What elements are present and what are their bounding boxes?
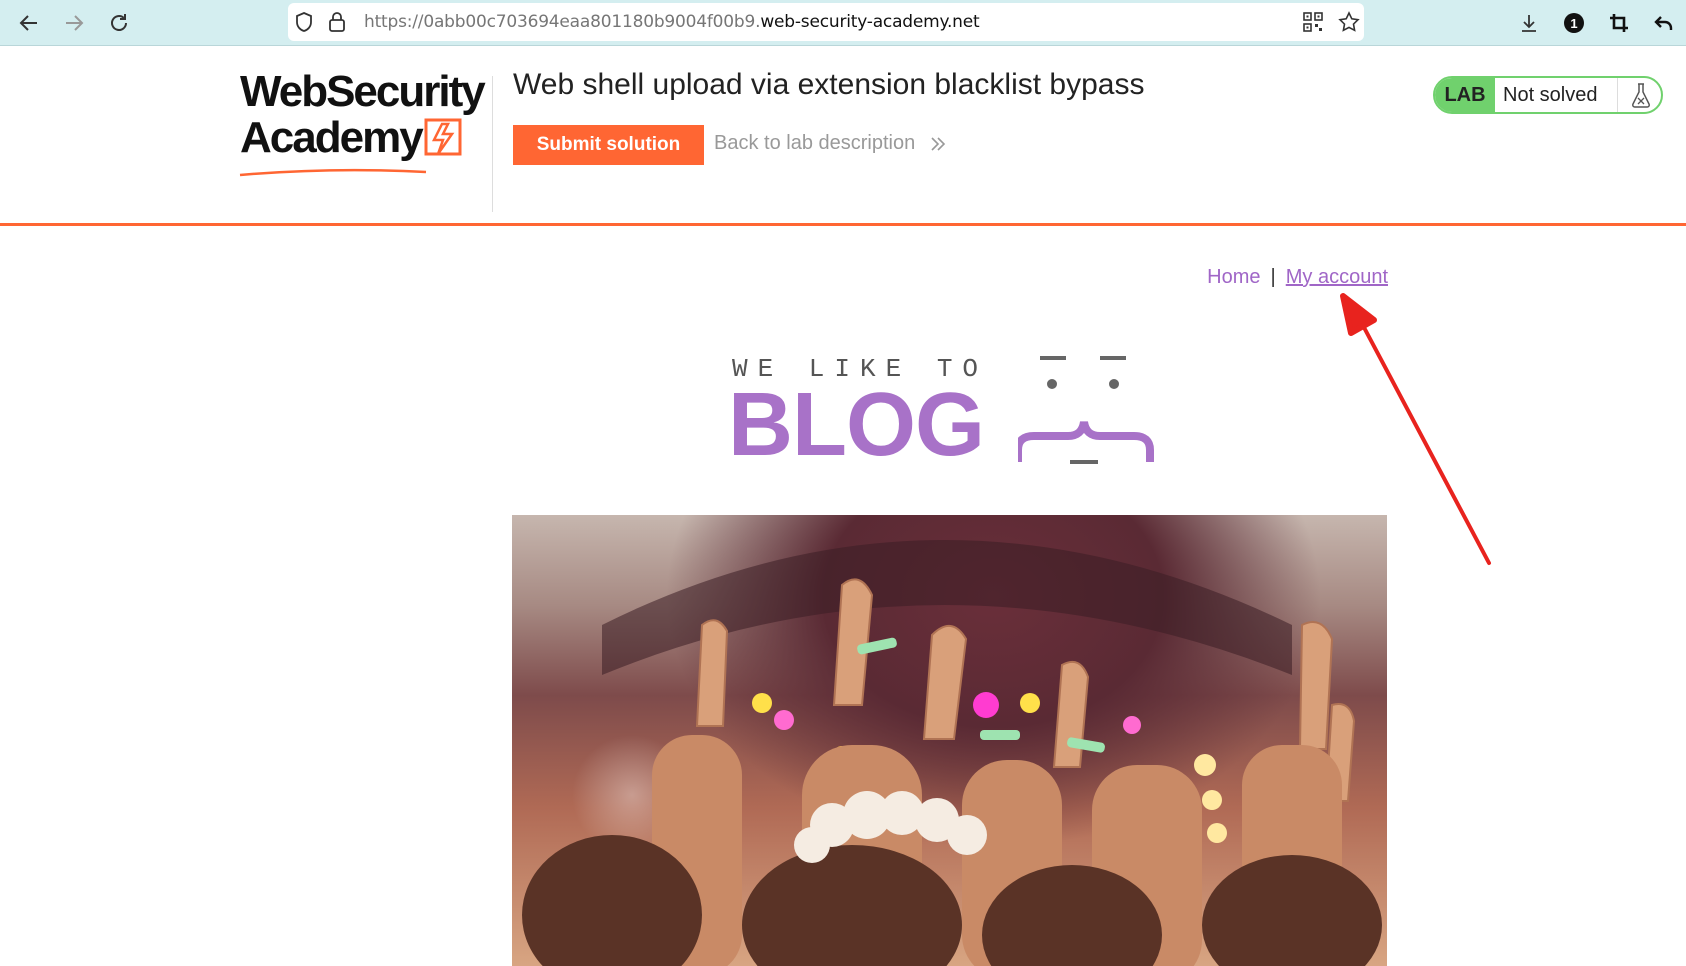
blog-hero-image [512,515,1387,966]
banner-title: BLOG [728,375,985,475]
web-security-academy-logo[interactable]: WebSecurity Academy [238,70,486,210]
concert-crowd-image [522,540,1382,966]
logo-line1: WebSecurity [240,67,486,116]
lab-badge: LAB [1435,78,1495,112]
undo-icon[interactable] [1649,8,1679,38]
back-arrow-icon[interactable] [14,8,44,38]
back-link-label: Back to lab description [714,132,916,154]
svg-text:1: 1 [1570,16,1577,31]
crop-icon[interactable] [1604,8,1634,38]
download-icon[interactable] [1514,8,1544,38]
logo-lightning-icon [424,118,462,156]
my-account-link[interactable]: My account [1286,266,1388,288]
logo-line2: Academy [240,113,424,162]
forward-arrow-icon[interactable] [59,8,89,38]
shield-icon[interactable] [294,11,314,38]
browser-toolbar: https://0abb00c703694eaa801180b9004f00b9… [0,0,1686,46]
flask-icon [1617,78,1661,112]
blog-banner: WE LIKE TO BLOG [728,350,1178,470]
logo-underline [239,168,427,177]
home-link[interactable]: Home [1207,266,1260,288]
reload-icon[interactable] [104,8,134,38]
chevron-double-right-icon [931,137,945,151]
lab-header: WebSecurity Academy Web shell upload via… [0,46,1686,226]
address-bar[interactable]: https://0abb00c703694eaa801180b9004f00b9… [288,3,1364,41]
submit-solution-button[interactable]: Submit solution [513,125,704,165]
url-text[interactable]: https://0abb00c703694eaa801180b9004f00b9… [364,12,980,32]
star-icon[interactable] [1338,11,1360,38]
lab-status-text: Not solved [1503,84,1598,106]
blog-nav: Home | My account [1200,266,1388,289]
lab-status-widget: LAB Not solved [1433,76,1663,114]
profile-badge-icon[interactable]: 1 [1559,8,1589,38]
nav-separator: | [1270,266,1276,288]
blog-face-icon [1018,356,1154,464]
back-to-lab-description-link[interactable]: Back to lab description [714,132,947,155]
qr-code-icon[interactable] [1303,12,1323,37]
header-divider [492,76,493,212]
lab-title: Web shell upload via extension blacklist… [513,68,1145,101]
lock-icon[interactable] [328,11,346,38]
